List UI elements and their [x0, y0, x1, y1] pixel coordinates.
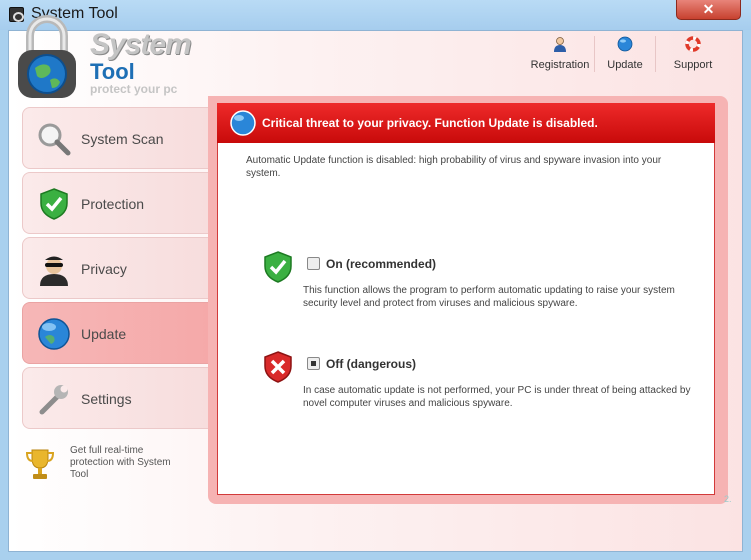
person-icon	[554, 37, 566, 52]
promo-text[interactable]: Get full real-time protection with Syste…	[70, 445, 190, 481]
shield-check-icon	[40, 188, 68, 220]
sidebar-item-update[interactable]: Update	[22, 302, 208, 364]
sidebar-item-system-scan[interactable]: System Scan	[22, 107, 208, 169]
update-description: Automatic Update function is disabled: h…	[246, 155, 662, 179]
sidebar-item-protection[interactable]: Protection	[22, 172, 208, 234]
globe-icon	[230, 110, 256, 136]
shield-x-icon	[264, 351, 292, 383]
spy-icon	[40, 256, 68, 286]
support-button[interactable]: Support	[658, 36, 728, 72]
option-on-label[interactable]: On (recommended)	[326, 257, 436, 271]
option-off-label[interactable]: Off (dangerous)	[326, 357, 416, 371]
update-top-button[interactable]: Update	[590, 36, 660, 72]
shield-check-icon	[264, 251, 292, 283]
close-button[interactable]: ✕	[676, 0, 741, 20]
sidebar-item-privacy[interactable]: Privacy	[22, 237, 208, 299]
lifebuoy-icon	[685, 36, 701, 52]
support-label: Support	[673, 59, 713, 71]
magnifier-icon	[38, 123, 71, 156]
sidebar-item-settings[interactable]: Settings	[22, 367, 208, 429]
sidebar-item-label: Privacy	[81, 261, 127, 277]
globe-icon	[617, 36, 633, 52]
update-top-label: Update	[607, 59, 643, 71]
alert-message: Critical threat to your privacy. Functio…	[262, 116, 598, 130]
sidebar-item-label: System Scan	[81, 131, 164, 147]
title-bar[interactable]: System Tool ✕	[0, 0, 751, 30]
option-on-radio[interactable]	[307, 257, 320, 270]
padlock-globe-logo-icon	[18, 15, 76, 98]
registration-button[interactable]: Registration	[525, 36, 595, 72]
brand-tagline: protect your pc	[90, 82, 178, 96]
globe-icon	[38, 318, 70, 350]
sidebar-item-label: Protection	[81, 196, 145, 212]
brand-name-system: System	[90, 28, 192, 61]
option-off-description: In case automatic update is not performe…	[303, 385, 691, 409]
option-on-description: This function allows the program to perf…	[303, 285, 675, 309]
trophy-icon	[25, 449, 55, 479]
option-off-radio[interactable]	[307, 357, 320, 370]
registration-label: Registration	[530, 59, 590, 71]
wrench-icon	[39, 385, 68, 415]
divider	[655, 36, 656, 72]
sidebar-item-label: Update	[81, 326, 127, 342]
sidebar-item-label: Settings	[81, 391, 132, 407]
version-label: 2.	[724, 494, 732, 504]
